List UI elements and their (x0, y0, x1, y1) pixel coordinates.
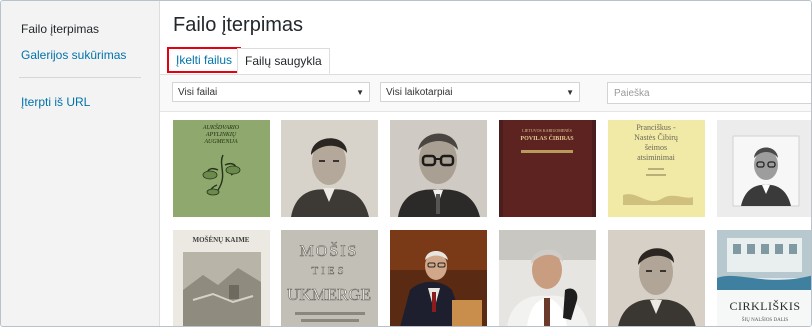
filter-type-select[interactable]: Visi failai ▼ (172, 82, 370, 102)
portrait-photo-icon (608, 230, 705, 326)
media-thumbnail[interactable]: LIETUVOS KARIUOMENĖS POVILAS ČIBIRAS (499, 120, 596, 217)
thumb-text: šeimos (645, 143, 667, 152)
media-thumbnail[interactable]: MOŠĖNŲ KAIME (173, 230, 270, 326)
thumb-text: Nastės Čibirų (634, 132, 678, 142)
portrait-photo-glasses-icon (390, 120, 487, 217)
tab-media-library[interactable]: Failų saugykla (237, 48, 330, 74)
dropdown-arrow-icon: ▼ (356, 88, 364, 97)
thumb-text: Pranciškus - (636, 123, 676, 132)
thumb-text: MOŠIS (300, 241, 359, 260)
book-cover-icon: Pranciškus - Nastės Čibirų šeimos atsimi… (608, 120, 705, 217)
media-thumbnail[interactable]: AUKŠDVARIO APYLINKIŲ AUGMENIJA (173, 120, 270, 217)
thumb-text: atsiminimai (637, 153, 676, 162)
lecture-photo-icon (390, 230, 487, 326)
media-sidebar: Failo įterpimas Galerijos sukūrimas Įter… (1, 1, 160, 326)
book-cover-icon: CIRKLIŠKIS ŠIŲ NALŠIOS DALIS (717, 230, 811, 326)
filter-date-select[interactable]: Visi laikotarpiai ▼ (380, 82, 580, 102)
sidebar-item-insert-from-url[interactable]: Įterpti iš URL (21, 95, 90, 109)
thumb-text: POVILAS ČIBIRAS (520, 134, 574, 142)
plant-drawing-icon: AUKŠDVARIO APYLINKIŲ AUGMENIJA (173, 120, 270, 217)
media-thumbnail[interactable] (717, 120, 811, 217)
sidebar-item-create-gallery[interactable]: Galerijos sukūrimas (21, 48, 126, 62)
media-main: Failo įterpimas Įkelti failus Failų saug… (160, 1, 811, 326)
filter-type-value: Visi failai (178, 87, 218, 98)
media-modal: Failo įterpimas Galerijos sukūrimas Įter… (0, 0, 812, 327)
book-cover-icon: MOŠĖNŲ KAIME (173, 230, 270, 326)
book-cover-icon: LIETUVOS KARIUOMENĖS POVILAS ČIBIRAS (499, 120, 596, 217)
thumb-text: AUGMENIJA (203, 139, 238, 145)
media-thumbnail[interactable] (608, 230, 705, 326)
thumb-text: APYLINKIŲ (205, 132, 237, 138)
dropdown-arrow-icon: ▼ (566, 88, 574, 97)
media-thumbnail[interactable] (281, 120, 378, 217)
thumb-text: AUKŠDVARIO (202, 123, 240, 131)
media-thumbnail[interactable] (390, 230, 487, 326)
portrait-photo-icon (281, 120, 378, 217)
media-thumbnail[interactable] (390, 120, 487, 217)
thumb-text: ŠIŲ NALŠIOS DALIS (742, 317, 789, 323)
page-title: Failo įterpimas (173, 14, 304, 36)
thumb-text: UKMERGE (287, 285, 371, 304)
sidebar-item-insert-file[interactable]: Failo įterpimas (21, 22, 99, 36)
media-thumbnail[interactable]: Pranciškus - Nastės Čibirų šeimos atsimi… (608, 120, 705, 217)
portrait-photo-icon (499, 230, 596, 326)
media-tabs: Įkelti failus Failų saugykla (160, 45, 811, 75)
media-thumbnail[interactable] (499, 230, 596, 326)
filter-toolbar: Visi failai ▼ Visi laikotarpiai ▼ (160, 75, 811, 112)
book-cover-icon: MOŠIS TIES UKMERGE (281, 230, 378, 326)
media-thumbnail[interactable]: MOŠIS TIES UKMERGE (281, 230, 378, 326)
tab-upload-files[interactable]: Įkelti failus (167, 47, 242, 73)
sidebar-divider (19, 77, 141, 78)
thumb-text: TIES (311, 265, 346, 277)
thumb-text: LIETUVOS KARIUOMENĖS (522, 128, 572, 133)
media-thumbnail[interactable]: CIRKLIŠKIS ŠIŲ NALŠIOS DALIS (717, 230, 811, 326)
filter-date-value: Visi laikotarpiai (386, 87, 453, 98)
portrait-photo-framed-icon (717, 120, 811, 217)
search-input[interactable] (607, 82, 811, 104)
thumb-text: CIRKLIŠKIS (729, 299, 800, 313)
thumb-text: MOŠĖNŲ KAIME (193, 236, 250, 244)
